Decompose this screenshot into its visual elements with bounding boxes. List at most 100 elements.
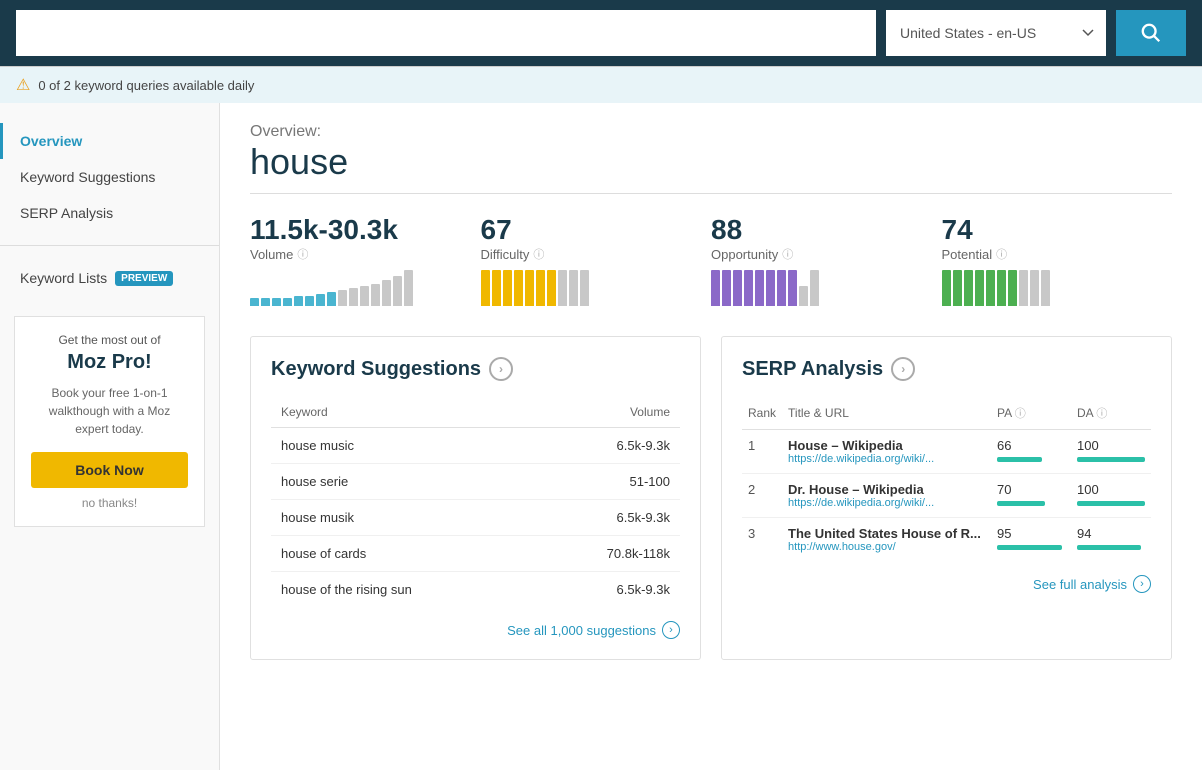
serp-pa: 70 [991,474,1071,518]
sidebar-nav: Overview Keyword Suggestions SERP Analys… [0,123,219,231]
vol-bar [294,296,303,306]
metric-volume-value: 11.5k-30.3k [250,214,461,246]
vol-bar [316,294,325,306]
promo-box: Get the most out of Moz Pro! Book your f… [14,316,205,527]
see-all-suggestions[interactable]: See all 1,000 suggestions › [271,621,680,639]
promo-desc: Book your free 1-on-1 walkthough with a … [31,384,188,438]
main-content: Overview: house 11.5k-30.3k Volume ⓘ [220,103,1202,770]
serp-analysis-nav-icon[interactable]: › [891,357,915,381]
promo-title: Moz Pro! [31,351,188,374]
serp-da: 100 [1071,430,1151,474]
kw-keyword: house musik [271,500,534,536]
metric-volume-label: Volume ⓘ [250,246,461,262]
volume-bar-chart [250,270,461,306]
keyword-suggestion-row[interactable]: house music 6.5k-9.3k [271,428,680,464]
keyword-suggestion-row[interactable]: house musik 6.5k-9.3k [271,500,680,536]
sidebar-item-keyword-suggestions[interactable]: Keyword Suggestions [0,159,219,195]
vol-bar [272,298,281,306]
promo-sub: Get the most out of [31,333,188,347]
keyword-lists-row[interactable]: Keyword Lists PREVIEW [0,260,219,296]
vol-bar [349,288,358,306]
keyword-suggestion-row[interactable]: house of the rising sun 6.5k-9.3k [271,572,680,608]
serp-row[interactable]: 2 Dr. House – Wikipedia https://de.wikip… [742,474,1151,518]
metric-volume: 11.5k-30.3k Volume ⓘ [250,214,481,306]
vol-bar [305,296,314,306]
vol-bar [393,276,402,306]
vol-bar [338,290,347,306]
serp-rank: 1 [742,430,782,474]
kw-keyword: house of cards [271,536,534,572]
serp-analysis-title: SERP Analysis › [742,357,1151,381]
search-icon [1140,22,1162,44]
metrics-row: 11.5k-30.3k Volume ⓘ [250,214,1172,306]
vol-bar [360,286,369,306]
kw-volume: 51-100 [534,464,680,500]
see-all-arrow-icon: › [662,621,680,639]
opportunity-bar-chart [711,270,922,306]
warning-icon: ⚠ [16,75,30,95]
country-select[interactable]: United States - en-US United Kingdom - e… [886,10,1106,56]
book-now-button[interactable]: Book Now [31,452,188,488]
overview-divider [250,193,1172,194]
serp-analysis-table: Rank Title & URL PA ⓘ DA ⓘ 1 [742,397,1151,561]
no-thanks-link[interactable]: no thanks! [31,496,188,510]
overview-keyword: house [250,141,1172,183]
serp-title-url: Dr. House – Wikipedia https://de.wikiped… [782,474,991,518]
sidebar-item-serp-analysis[interactable]: SERP Analysis [0,195,219,231]
search-button[interactable] [1116,10,1186,56]
kw-volume: 70.8k-118k [534,536,680,572]
keyword-suggestions-table: Keyword Volume house music 6.5k-9.3k hou… [271,397,680,607]
keyword-suggestions-nav-icon[interactable]: › [489,357,513,381]
sidebar-divider [0,245,219,246]
metric-opportunity-value: 88 [711,214,922,246]
vol-bar [283,298,292,306]
serp-rank: 2 [742,474,782,518]
difficulty-info-icon[interactable]: ⓘ [533,246,544,262]
serp-col-da: DA ⓘ [1071,397,1151,430]
kw-keyword: house of the rising sun [271,572,534,608]
serp-pa: 66 [991,430,1071,474]
vol-bar [261,298,270,306]
metric-difficulty-value: 67 [481,214,692,246]
opportunity-info-icon[interactable]: ⓘ [782,246,793,262]
alert-text: 0 of 2 keyword queries available daily [38,78,254,93]
potential-info-icon[interactable]: ⓘ [996,246,1007,262]
overview-label: Overview: [250,123,1172,141]
serp-da: 94 [1071,518,1151,562]
serp-pa: 95 [991,518,1071,562]
vol-bar [327,292,336,306]
metric-opportunity-label: Opportunity ⓘ [711,246,922,262]
volume-info-icon[interactable]: ⓘ [297,246,308,262]
serp-rank: 3 [742,518,782,562]
metric-difficulty: 67 Difficulty ⓘ [481,214,712,306]
serp-title-url: House – Wikipedia https://de.wikipedia.o… [782,430,991,474]
serp-da: 100 [1071,474,1151,518]
metric-potential-value: 74 [942,214,1153,246]
preview-badge: PREVIEW [115,271,173,286]
serp-row[interactable]: 1 House – Wikipedia https://de.wikipedia… [742,430,1151,474]
serp-row[interactable]: 3 The United States House of R... http:/… [742,518,1151,562]
header: house United States - en-US United Kingd… [0,0,1202,66]
see-full-arrow-icon: › [1133,575,1151,593]
metric-opportunity: 88 Opportunity ⓘ [711,214,942,306]
search-input[interactable]: house [16,10,876,56]
keyword-suggestion-row[interactable]: house serie 51-100 [271,464,680,500]
col-keyword: Keyword [271,397,534,428]
layout: Overview Keyword Suggestions SERP Analys… [0,103,1202,770]
sidebar: Overview Keyword Suggestions SERP Analys… [0,103,220,770]
keyword-suggestions-card: Keyword Suggestions › Keyword Volume hou… [250,336,701,660]
kw-volume: 6.5k-9.3k [534,500,680,536]
kw-keyword: house serie [271,464,534,500]
serp-col-rank: Rank [742,397,782,430]
vol-bar [404,270,413,306]
keyword-suggestion-row[interactable]: house of cards 70.8k-118k [271,536,680,572]
sidebar-item-overview[interactable]: Overview [0,123,219,159]
vol-bar [250,298,259,306]
kw-keyword: house music [271,428,534,464]
serp-title-url: The United States House of R... http://w… [782,518,991,562]
metric-potential-label: Potential ⓘ [942,246,1153,262]
keyword-lists-label: Keyword Lists [20,270,107,286]
see-full-analysis[interactable]: See full analysis › [742,575,1151,593]
serp-col-title: Title & URL [782,397,991,430]
serp-col-pa: PA ⓘ [991,397,1071,430]
